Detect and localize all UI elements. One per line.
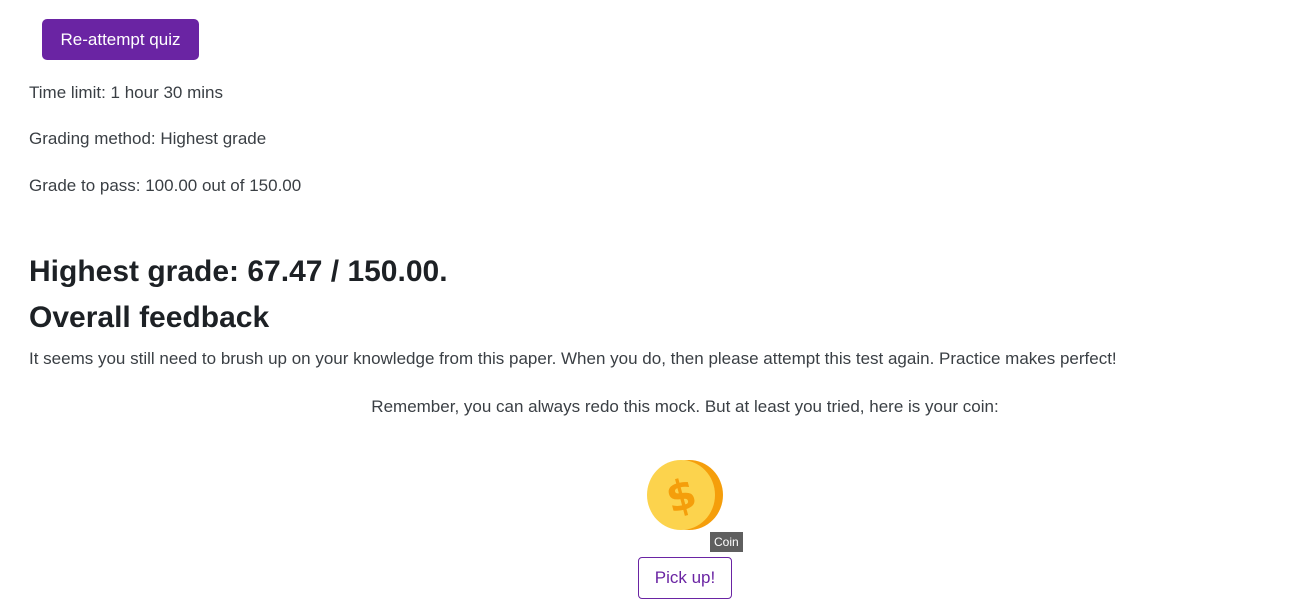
grading-method-text: Grading method: Highest grade <box>29 129 267 148</box>
pick-up-button[interactable]: Pick up! <box>638 557 732 599</box>
dollar-coin-icon: $ <box>645 458 725 534</box>
highest-grade-heading: Highest grade: 67.47 / 150.00. <box>29 255 448 288</box>
reattempt-quiz-button[interactable]: Re-attempt quiz <box>42 19 199 60</box>
overall-feedback-heading: Overall feedback <box>29 301 270 334</box>
feedback-text: It seems you still need to brush up on y… <box>29 349 1117 368</box>
coin-graphic: $ <box>647 460 723 530</box>
grade-to-pass-text: Grade to pass: 100.00 out of 150.00 <box>29 176 302 195</box>
coin-message-text: Remember, you can always redo this mock.… <box>371 397 999 416</box>
coin-tooltip: Coin <box>710 532 743 552</box>
quiz-summary-page: Re-attempt quiz Time limit: 1 hour 30 mi… <box>0 0 1304 607</box>
time-limit-text: Time limit: 1 hour 30 mins <box>29 83 223 102</box>
